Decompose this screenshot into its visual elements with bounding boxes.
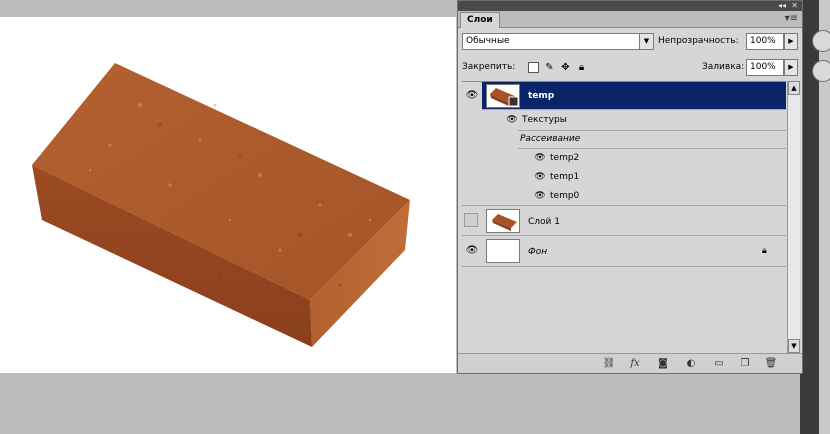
effects-label: Текстуры (522, 115, 567, 125)
lock-brush-icon[interactable]: ✎ (544, 62, 555, 73)
fx-icon[interactable]: fx (628, 357, 642, 371)
panel-title-bar: ◂◂ ✕ (458, 1, 802, 11)
eye-icon[interactable]: 👁︎ (464, 243, 480, 259)
opacity-label: Непрозрачность: (658, 36, 739, 46)
chevron-down-icon[interactable]: ▼ (639, 34, 653, 49)
scatter-divider (518, 148, 786, 149)
fill-input[interactable]: 100% (746, 59, 784, 76)
blend-mode-select[interactable]: Обычные ▼ (462, 33, 654, 50)
document-canvas[interactable] (0, 17, 456, 373)
lock-row: Закрепить: ✎ ✥ 🔒︎ Заливка: 100% ▶ (462, 59, 798, 77)
lock-transparent-icon[interactable] (528, 62, 539, 73)
dock-button-2[interactable] (812, 60, 830, 82)
lock-all-icon[interactable]: 🔒︎ (576, 62, 587, 73)
lock-icon: 🔒︎ (762, 246, 767, 256)
layer-name-temp: temp (528, 91, 555, 101)
panel-menu-icon[interactable]: ▾≡ (785, 13, 798, 25)
layer-thumbnail (486, 84, 520, 108)
panel-tabs: Слои ▾≡ (458, 11, 802, 28)
effect-temp2: temp2 (550, 153, 580, 163)
effect-eye-icon[interactable]: 👁︎ (534, 171, 546, 183)
fill-label: Заливка: (702, 62, 745, 72)
effects-divider (518, 130, 786, 131)
effects-eye-icon[interactable]: 👁︎ (506, 114, 518, 126)
layer-row-background[interactable]: 👁︎ Фон 🔒︎ (462, 237, 786, 267)
scroll-up-arrow-icon[interactable]: ▲ (788, 81, 800, 95)
layer-row-layer1[interactable]: Слой 1 (462, 205, 786, 236)
effect-eye-icon[interactable]: 👁︎ (534, 152, 546, 164)
folder-icon[interactable]: ▭ (712, 357, 726, 371)
layer-thumbnail (486, 209, 520, 233)
lock-label: Закрепить: (462, 62, 516, 72)
blend-mode-value: Обычные (466, 36, 510, 46)
layer-row-temp[interactable]: 👁︎ temp (462, 82, 786, 110)
layers-list: 👁︎ temp 👁︎ Текстуры Рассеивание 👁︎ temp2… (462, 81, 786, 353)
eye-icon[interactable]: 👁︎ (464, 88, 480, 104)
effect-temp1: temp1 (550, 172, 580, 182)
layer-thumbnail (486, 239, 520, 263)
new-layer-icon[interactable]: ❐ (738, 357, 752, 371)
layer-name-background: Фон (528, 247, 548, 257)
effect-eye-icon[interactable]: 👁︎ (534, 190, 546, 202)
close-icon[interactable]: ✕ (791, 1, 798, 11)
layers-panel: ◂◂ ✕ Слои ▾≡ Обычные ▼ Непрозрачность: 1… (457, 0, 803, 374)
tab-layers[interactable]: Слои (460, 12, 500, 28)
canvas-top-strip (0, 0, 456, 17)
effect-temp0: temp0 (550, 191, 580, 201)
adjustment-icon[interactable]: ◐ (684, 357, 698, 371)
lock-move-icon[interactable]: ✥ (560, 62, 571, 73)
mask-icon[interactable]: ◙ (656, 357, 670, 371)
layers-bottom-toolbar: ⛓︎ fx ◙ ◐ ▭ ❐ 🗑︎ (458, 353, 802, 373)
dock-button-1[interactable] (812, 30, 830, 52)
link-icon[interactable]: ⛓︎ (602, 357, 616, 371)
layer-name-layer1: Слой 1 (528, 217, 560, 227)
opacity-slider-button[interactable]: ▶ (784, 33, 798, 50)
opacity-input[interactable]: 100% (746, 33, 784, 50)
workspace-background (0, 373, 800, 434)
brick-image (32, 63, 410, 347)
fill-slider-button[interactable]: ▶ (784, 59, 798, 76)
scatter-label: Рассеивание (520, 134, 581, 144)
blend-row: Обычные ▼ Непрозрачность: 100% ▶ (462, 33, 798, 51)
trash-icon[interactable]: 🗑︎ (764, 357, 778, 371)
visibility-toggle-off[interactable] (464, 213, 478, 227)
layers-scrollbar[interactable]: ▲ ▼ (787, 81, 800, 353)
scroll-down-arrow-icon[interactable]: ▼ (788, 339, 800, 353)
double-left-arrow-icon[interactable]: ◂◂ (778, 1, 786, 11)
